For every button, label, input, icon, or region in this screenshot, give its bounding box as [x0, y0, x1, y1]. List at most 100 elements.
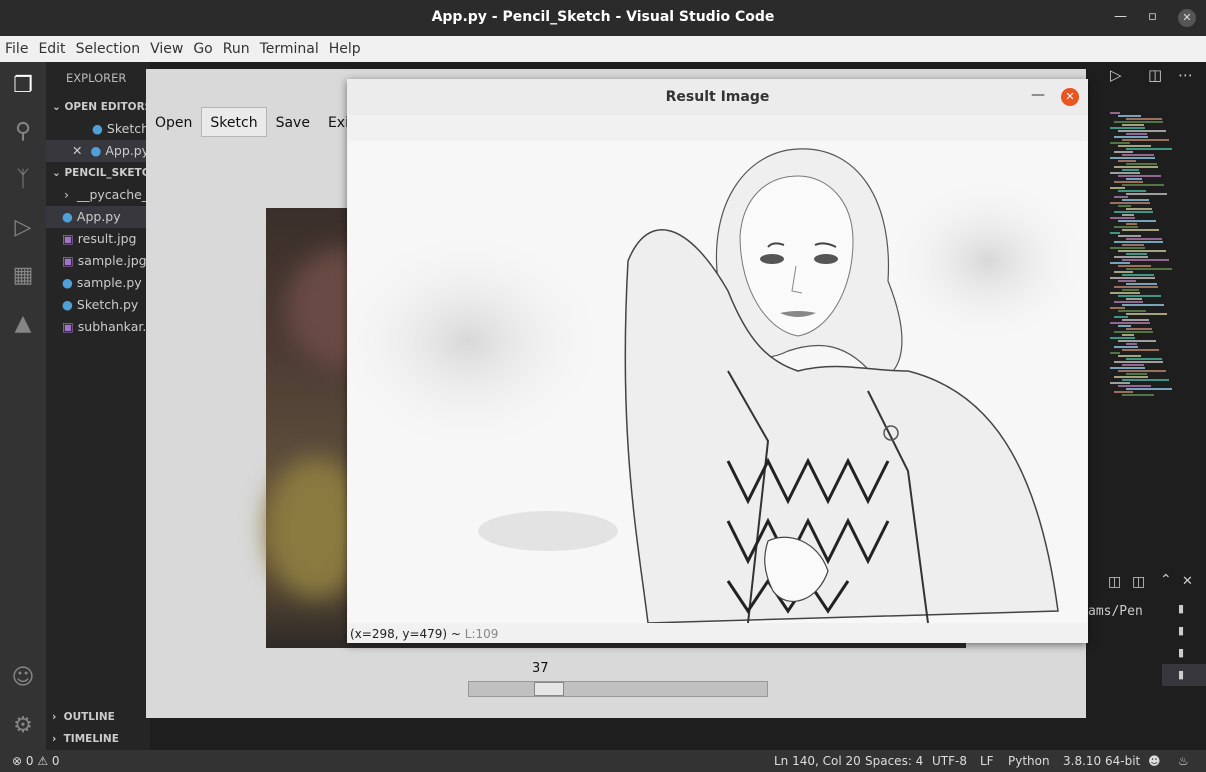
minimap-line	[1114, 331, 1153, 333]
close-icon[interactable]: ✕	[1061, 88, 1079, 106]
menu-edit[interactable]: Edit	[33, 41, 70, 57]
minimize-icon[interactable]: —	[1114, 9, 1127, 24]
minimap-line	[1118, 340, 1156, 342]
minimap-line	[1110, 382, 1130, 384]
maximize-icon[interactable]: ▫	[1148, 9, 1157, 24]
settings-gear-icon[interactable]: ⚙	[9, 712, 37, 740]
end-of-line[interactable]: LF	[980, 750, 994, 772]
account-icon[interactable]: ☺	[9, 664, 37, 692]
split-terminal-icon[interactable]: ◫	[1108, 574, 1121, 590]
minimap-line	[1110, 277, 1155, 279]
cursor-position[interactable]: Ln 140, Col 20	[774, 750, 861, 772]
minimap-line	[1114, 136, 1148, 138]
minimap-line	[1114, 226, 1138, 228]
intensity-slider[interactable]	[468, 681, 768, 697]
minimize-icon[interactable]: —	[1031, 87, 1045, 103]
sketch-image[interactable]	[348, 141, 1087, 623]
file-item-result[interactable]: ▣ result.jpg	[46, 228, 150, 250]
file-item-subhankar[interactable]: ▣ subhankar.jpg	[46, 316, 150, 338]
chevron-up-icon[interactable]: ⌃	[1160, 572, 1172, 588]
minimap-line	[1114, 211, 1153, 213]
search-icon[interactable]: ⚲	[9, 118, 37, 146]
menu-view[interactable]: View	[145, 41, 188, 57]
python-file-icon: ●	[62, 275, 73, 290]
file-item-sample-jpg[interactable]: ▣ sample.jpg	[46, 250, 150, 272]
open-editor-item-active[interactable]: ✕ ● App.py	[46, 140, 150, 162]
menu-go[interactable]: Go	[188, 41, 217, 57]
terminal-panel: ◫ ◫ ⌃ ✕ ams/Pen ▮ ▮ ▮ ▮	[1086, 568, 1206, 750]
minimap-line	[1118, 190, 1146, 192]
window-title: App.py - Pencil_Sketch - Visual Studio C…	[431, 9, 775, 25]
minimap-line	[1114, 181, 1143, 183]
minimap-line	[1126, 208, 1152, 210]
minimap-line	[1114, 286, 1158, 288]
minimap-line	[1114, 346, 1138, 348]
menu-help[interactable]: Help	[324, 41, 366, 57]
terminal-instance-icon[interactable]: ▮	[1178, 646, 1184, 659]
minimap-line	[1118, 145, 1151, 147]
slider-thumb[interactable]	[534, 682, 564, 696]
minimap-line	[1114, 121, 1163, 123]
folder-item[interactable]: › __pycache__	[46, 184, 150, 206]
minimap-line	[1110, 367, 1145, 369]
minimap-line	[1122, 154, 1154, 156]
minimap-line	[1114, 241, 1163, 243]
minimap-line	[1126, 223, 1137, 225]
minimap-line	[1126, 238, 1162, 240]
file-item-app[interactable]: ● App.py	[46, 206, 150, 228]
minimap-line	[1122, 214, 1134, 216]
testing-icon[interactable]: ▲	[9, 310, 37, 338]
menu-selection[interactable]: Selection	[71, 41, 146, 57]
outline-section[interactable]: › OUTLINE	[46, 706, 150, 728]
minimap-line	[1110, 157, 1155, 159]
more-actions-icon[interactable]: ⋯	[1178, 66, 1193, 84]
encoding[interactable]: UTF-8	[932, 750, 967, 772]
problems-indicator[interactable]: ⊗ 0 ⚠ 0	[12, 750, 60, 772]
feedback-icon[interactable]: ☻	[1148, 750, 1161, 772]
language-mode[interactable]: Python	[1008, 750, 1050, 772]
open-editors-section[interactable]: ⌄ OPEN EDITORS	[46, 96, 150, 118]
result-image-window: Result Image — ✕ (x=298, y=479) ~ L:109	[347, 79, 1088, 643]
terminal-instance-icon[interactable]: ▮	[1178, 624, 1184, 637]
menu-file[interactable]: File	[0, 41, 33, 57]
files-icon[interactable]: ❐	[9, 72, 37, 100]
minimap-line	[1114, 361, 1163, 363]
minimap-line	[1110, 262, 1130, 264]
terminal-instance-active[interactable]: ▮	[1162, 664, 1206, 686]
minimap[interactable]	[1106, 112, 1196, 402]
split-editor-icon[interactable]: ◫	[1148, 66, 1162, 84]
menubar: File Edit Selection View Go Run Terminal…	[0, 36, 1206, 62]
python-file-icon: ●	[62, 297, 73, 312]
python-interpreter[interactable]: 3.8.10 64-bit	[1063, 750, 1140, 772]
bell-icon[interactable]: ♨	[1178, 750, 1189, 772]
file-item-sketch[interactable]: ● Sketch.py	[46, 294, 150, 316]
menu-run[interactable]: Run	[218, 41, 255, 57]
save-button[interactable]: Save	[267, 107, 319, 137]
close-panel-icon[interactable]: ✕	[1182, 574, 1193, 589]
minimap-line	[1118, 295, 1161, 297]
run-icon[interactable]: ▷	[1110, 66, 1122, 84]
minimap-line	[1114, 166, 1158, 168]
close-editor-icon[interactable]: ✕	[72, 143, 82, 158]
minimap-line	[1110, 307, 1125, 309]
minimap-line	[1118, 235, 1141, 237]
close-icon[interactable]: ✕	[1178, 9, 1196, 27]
extensions-icon[interactable]: ▦	[9, 262, 37, 290]
terminal-instance-icon[interactable]: ▮	[1178, 602, 1184, 615]
minimap-line	[1118, 130, 1166, 132]
minimap-line	[1118, 250, 1166, 252]
trash-icon[interactable]: ◫	[1132, 574, 1145, 590]
file-item-sample-py[interactable]: ● sample.py	[46, 272, 150, 294]
timeline-section[interactable]: › TIMELINE	[46, 728, 150, 750]
project-section[interactable]: ⌄ PENCIL_SKETCH	[46, 162, 150, 184]
minimap-line	[1126, 388, 1172, 390]
menu-terminal[interactable]: Terminal	[255, 41, 324, 57]
open-editor-item[interactable]: ● Sketch.py	[46, 118, 150, 140]
minimap-line	[1118, 115, 1141, 117]
open-button[interactable]: Open	[146, 107, 201, 137]
source-control-icon[interactable]: ᛉ	[9, 166, 37, 194]
indentation[interactable]: Spaces: 4	[865, 750, 923, 772]
minimap-line	[1110, 127, 1145, 129]
run-debug-icon[interactable]: ▷	[9, 214, 37, 242]
sketch-button[interactable]: Sketch	[201, 107, 267, 137]
